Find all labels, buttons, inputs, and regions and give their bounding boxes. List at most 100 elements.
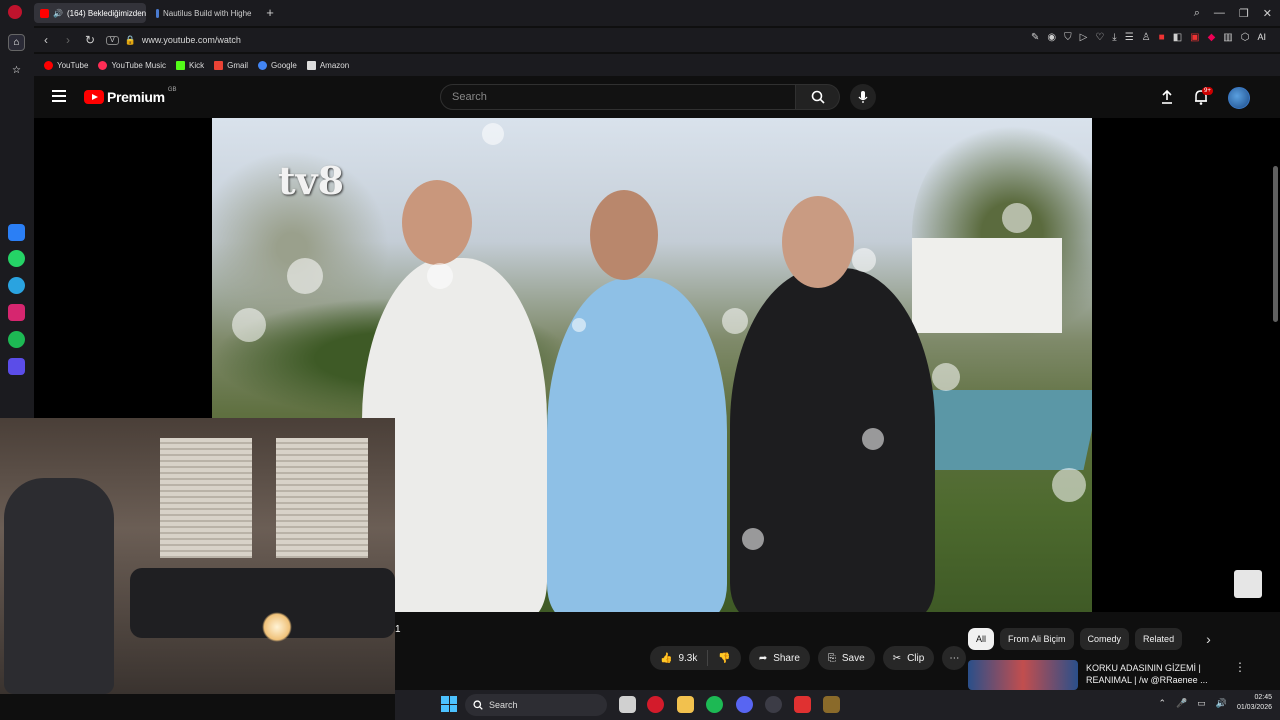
clock[interactable]: 02:45 01/03/2026 <box>1237 693 1272 713</box>
back-button[interactable]: ‹ <box>38 32 54 48</box>
video-menu-icon[interactable]: ⋮ <box>1234 660 1246 690</box>
lock-icon[interactable]: 🔒 <box>125 35 136 46</box>
bookmark-google[interactable]: Google <box>258 60 297 70</box>
menu-icon[interactable] <box>52 90 66 104</box>
more-actions-button[interactable]: ⋯ <box>942 646 967 670</box>
camera-icon[interactable]: ◉ <box>1047 32 1056 43</box>
video-thumbnail[interactable] <box>968 660 1078 690</box>
chip-comedy[interactable]: Comedy <box>1079 628 1130 650</box>
more-icon: ⋯ <box>949 652 960 664</box>
heart-icon[interactable]: ♡ <box>1095 32 1104 43</box>
play-icon[interactable]: ▷ <box>1080 32 1088 43</box>
extension-icon[interactable]: ▥ <box>1223 32 1232 43</box>
bokeh-decoration <box>1002 203 1032 233</box>
bookmark-youtube[interactable]: YouTube <box>44 60 88 70</box>
whatsapp-icon[interactable] <box>8 250 25 267</box>
dislike-button[interactable]: 👎 <box>708 653 740 664</box>
discord-app-icon[interactable] <box>736 696 753 713</box>
chip-all[interactable]: All <box>968 628 995 650</box>
bokeh-decoration <box>722 308 748 334</box>
cube-icon[interactable]: ⬡ <box>1241 32 1250 43</box>
player-icon[interactable] <box>8 358 25 375</box>
page-scrollbar[interactable] <box>1273 166 1278 322</box>
search-input[interactable] <box>440 84 796 110</box>
maximize-button[interactable]: ❐ <box>1239 7 1249 20</box>
list-icon[interactable]: ☰ <box>1125 32 1134 43</box>
taskbar-search[interactable]: Search <box>465 694 607 716</box>
channel-watermark[interactable] <box>1234 570 1262 598</box>
chat-app-icon[interactable] <box>794 696 811 713</box>
new-tab-button[interactable]: + <box>262 5 278 21</box>
tab-inactive[interactable]: Nautilus Build with Highe <box>150 3 258 23</box>
opera-app-icon[interactable] <box>647 696 664 713</box>
close-button[interactable]: ✕ <box>1263 7 1272 20</box>
aria-ai-button[interactable]: AI <box>1257 32 1266 43</box>
person-right <box>730 268 935 612</box>
youtube-play-icon <box>84 90 104 104</box>
extension-icon[interactable]: ◆ <box>1208 32 1216 43</box>
download-icon[interactable]: ⤓ <box>1112 32 1116 43</box>
spotify-app-icon[interactable] <box>706 696 723 713</box>
share-button[interactable]: ➦ Share <box>748 646 810 670</box>
youtube-logo[interactable]: Premium GB <box>84 87 177 105</box>
extension-icon[interactable]: ▣ <box>1190 32 1199 43</box>
youtube-icon <box>44 60 53 70</box>
home-icon[interactable]: ⌂ <box>8 34 25 51</box>
notification-badge: 9+ <box>1202 87 1213 95</box>
speaker-icon[interactable]: 🔊 <box>53 9 63 18</box>
region-code: GB <box>167 87 177 93</box>
bookmark-gmail[interactable]: Gmail <box>214 60 248 70</box>
windows-start-icon[interactable] <box>441 696 457 712</box>
spotify-icon[interactable] <box>8 331 25 348</box>
bokeh-decoration <box>427 263 453 289</box>
browser-tab-bar: 🔊 (164) Beklediğimizden Nautilus Build w… <box>0 0 1280 26</box>
save-button[interactable]: ⎘ Save <box>817 646 875 670</box>
like-button[interactable]: 👍 9.3k <box>660 650 709 666</box>
network-icon[interactable]: ▭ <box>1197 698 1206 709</box>
messenger-icon[interactable] <box>8 224 25 241</box>
file-explorer-icon[interactable] <box>677 696 694 713</box>
video-title[interactable]: KORKU ADASININ GİZEMİ | REANIMAL | /w @R… <box>1086 662 1216 690</box>
chip-related[interactable]: Related <box>1135 628 1183 650</box>
steam-app-icon[interactable] <box>765 696 782 713</box>
system-tray: ⌃ 🎤 ▭ 🔊 02:45 01/03/2026 <box>1158 693 1272 713</box>
bokeh-decoration <box>862 428 884 450</box>
tab-search-icon[interactable]: ⌕ <box>1194 7 1200 20</box>
person-middle-head <box>590 190 658 280</box>
voice-search-button[interactable] <box>850 84 876 110</box>
account-icon[interactable]: ♙ <box>1142 32 1151 43</box>
telegram-icon[interactable] <box>8 277 25 294</box>
reload-button[interactable]: ↻ <box>82 32 98 48</box>
extension-icon[interactable]: ■ <box>1159 32 1165 43</box>
tab-active[interactable]: 🔊 (164) Beklediğimizden <box>34 3 146 23</box>
chevron-right-icon[interactable]: › <box>1206 631 1211 647</box>
create-button[interactable] <box>1158 88 1176 106</box>
microphone-icon[interactable]: 🎤 <box>1176 698 1187 709</box>
chip-channel[interactable]: From Ali Biçim <box>1000 628 1074 650</box>
volume-icon[interactable]: 🔊 <box>1216 698 1227 709</box>
amazon-icon <box>306 60 316 70</box>
bookmark-amazon[interactable]: Amazon <box>306 60 349 70</box>
vpn-badge[interactable]: V <box>106 35 119 45</box>
google-icon <box>258 60 268 70</box>
speed-dial-icon[interactable]: ☆ <box>8 62 25 79</box>
chevron-up-icon[interactable]: ⌃ <box>1158 698 1166 709</box>
bookmark-kick[interactable]: Kick <box>176 60 204 70</box>
clip-button[interactable]: ✂ Clip <box>882 646 935 670</box>
search-button[interactable] <box>796 84 840 110</box>
opera-menu-icon[interactable] <box>8 5 22 19</box>
url-field[interactable]: V 🔒 www.youtube.com/watch <box>106 31 698 49</box>
instagram-icon[interactable] <box>8 304 25 321</box>
minimize-button[interactable]: — <box>1214 7 1225 19</box>
avatar[interactable] <box>1228 87 1250 109</box>
task-view-icon[interactable] <box>619 696 636 713</box>
url-text[interactable]: www.youtube.com/watch <box>142 35 241 45</box>
bokeh-decoration <box>932 363 960 391</box>
forward-button[interactable]: › <box>60 32 76 48</box>
extension-icon[interactable]: ◧ <box>1173 32 1182 43</box>
obs-app-icon[interactable] <box>823 696 840 713</box>
recommended-video[interactable]: KORKU ADASININ GİZEMİ | REANIMAL | /w @R… <box>968 660 1248 690</box>
edit-icon[interactable]: ✎ <box>1031 32 1039 43</box>
bookmark-youtube-music[interactable]: YouTube Music <box>98 60 166 70</box>
shield-icon[interactable]: ⛉ <box>1064 32 1072 43</box>
